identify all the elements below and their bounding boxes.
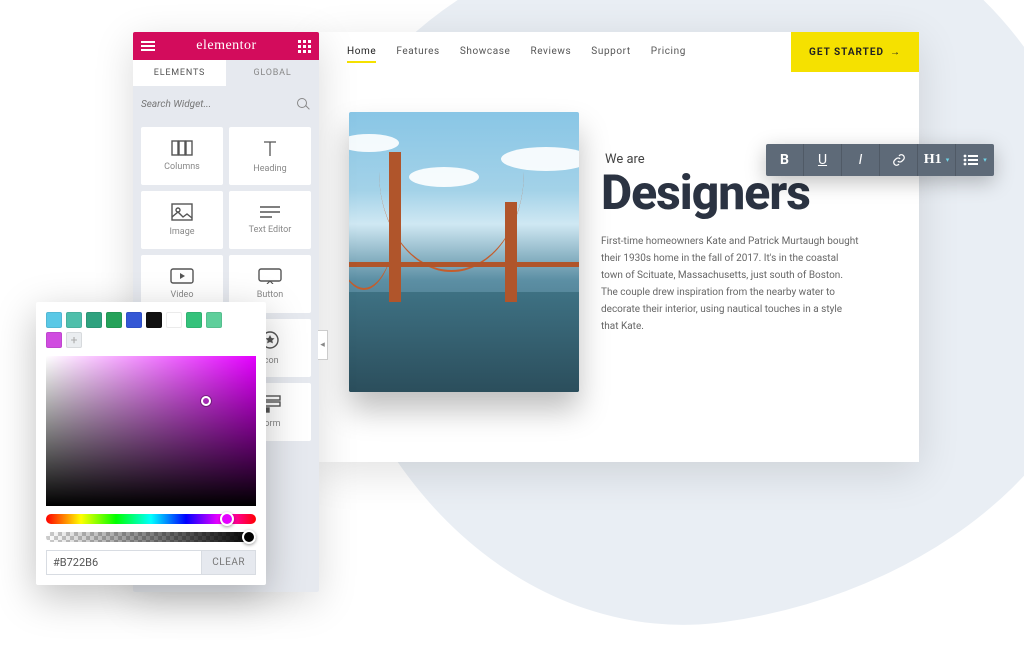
hero-image bbox=[349, 112, 579, 392]
link-button[interactable] bbox=[880, 144, 918, 176]
search-input[interactable] bbox=[141, 96, 311, 113]
hamburger-icon[interactable] bbox=[141, 41, 155, 51]
swatch[interactable] bbox=[46, 332, 62, 348]
widget-text-editor[interactable]: Text Editor bbox=[229, 191, 311, 249]
widget-heading[interactable]: Heading bbox=[229, 127, 311, 185]
swatch[interactable] bbox=[206, 312, 222, 328]
text-icon bbox=[259, 205, 281, 219]
search-icon bbox=[297, 98, 307, 108]
italic-button[interactable]: I bbox=[842, 144, 880, 176]
underline-button[interactable]: U bbox=[804, 144, 842, 176]
hue-slider[interactable] bbox=[46, 514, 256, 524]
tab-elements[interactable]: ELEMENTS bbox=[133, 60, 226, 86]
nav-features[interactable]: Features bbox=[396, 42, 440, 63]
swatch[interactable] bbox=[106, 312, 122, 328]
alpha-slider[interactable] bbox=[46, 532, 256, 542]
widget-label: Video bbox=[171, 290, 194, 300]
swatch-row-1 bbox=[46, 312, 256, 328]
nav-support[interactable]: Support bbox=[591, 42, 631, 63]
alpha-handle[interactable] bbox=[242, 530, 256, 544]
hue-handle[interactable] bbox=[220, 512, 234, 526]
clear-button[interactable]: CLEAR bbox=[202, 550, 256, 575]
widget-columns[interactable]: Columns bbox=[141, 127, 223, 185]
saturation-field[interactable] bbox=[46, 356, 256, 506]
nav-home[interactable]: Home bbox=[347, 42, 376, 63]
widget-label: Text Editor bbox=[249, 225, 292, 235]
widget-search bbox=[133, 86, 319, 119]
hero-headline[interactable]: Designers bbox=[601, 169, 889, 217]
site-preview: Home Features Showcase Reviews Support Pricin… bbox=[319, 32, 919, 462]
hero-body[interactable]: First-time homeowners Kate and Patrick M… bbox=[601, 233, 861, 335]
elementor-logo: elementor bbox=[196, 38, 256, 54]
elementor-header: elementor bbox=[133, 32, 319, 60]
swatch[interactable] bbox=[166, 312, 182, 328]
widget-label: Heading bbox=[253, 164, 286, 174]
image-icon bbox=[171, 203, 193, 221]
swatch-row-2: + bbox=[46, 332, 256, 348]
elementor-tabs: ELEMENTS GLOBAL bbox=[133, 60, 319, 86]
hero-section: We are Designers First-time homeowners K… bbox=[319, 72, 919, 412]
nav-pricing[interactable]: Pricing bbox=[651, 42, 686, 63]
add-swatch-button[interactable]: + bbox=[66, 332, 82, 348]
tab-global[interactable]: GLOBAL bbox=[226, 60, 319, 86]
button-icon bbox=[258, 268, 282, 284]
get-started-button[interactable]: GET STARTED bbox=[791, 32, 919, 72]
widget-label: Button bbox=[257, 290, 283, 300]
swatch[interactable] bbox=[146, 312, 162, 328]
widget-image[interactable]: Image bbox=[141, 191, 223, 249]
swatch[interactable] bbox=[186, 312, 202, 328]
swatch[interactable] bbox=[66, 312, 82, 328]
list-dropdown[interactable] bbox=[956, 144, 994, 176]
bold-button[interactable]: B bbox=[766, 144, 804, 176]
heading-dropdown[interactable]: H1 bbox=[918, 144, 956, 176]
nav-showcase[interactable]: Showcase bbox=[460, 42, 511, 63]
hex-input[interactable] bbox=[46, 550, 202, 575]
site-nav: Home Features Showcase Reviews Support Pricin… bbox=[319, 32, 919, 72]
color-picker: + CLEAR bbox=[36, 302, 266, 585]
swatch[interactable] bbox=[86, 312, 102, 328]
text-format-toolbar: B U I H1 bbox=[766, 144, 994, 176]
nav-reviews[interactable]: Reviews bbox=[530, 42, 571, 63]
saturation-handle[interactable] bbox=[201, 396, 211, 406]
swatch[interactable] bbox=[126, 312, 142, 328]
swatch[interactable] bbox=[46, 312, 62, 328]
widget-label: Image bbox=[169, 227, 194, 237]
heading-icon bbox=[260, 138, 280, 158]
collapse-panel-toggle[interactable]: ◂ bbox=[318, 330, 328, 360]
widget-label: Columns bbox=[164, 162, 200, 172]
columns-icon bbox=[171, 140, 193, 156]
apps-grid-icon[interactable] bbox=[298, 40, 311, 53]
video-icon bbox=[170, 268, 194, 284]
